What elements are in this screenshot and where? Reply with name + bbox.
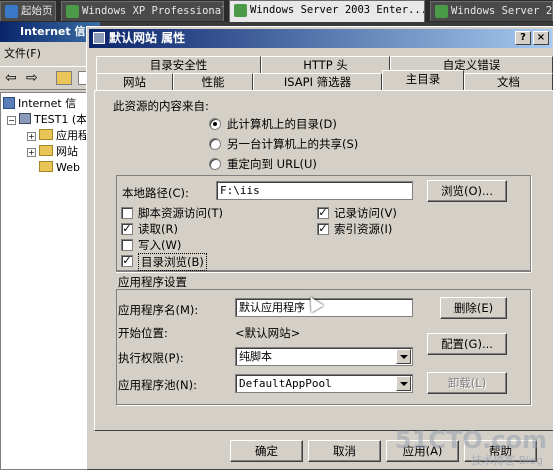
watermark-sub: 技术博客 Blog <box>471 454 543 467</box>
radio-network-share-label[interactable]: 另一台计算机上的共享(S) <box>227 136 358 152</box>
vm-tab-xp[interactable]: Windows XP Professional <box>61 1 224 21</box>
checkbox-directory-browsing-label[interactable]: 目录浏览(B) <box>138 253 207 271</box>
radio-local-directory[interactable] <box>209 118 221 130</box>
vm-tab-server2003-2[interactable]: Windows Server 20 <box>430 1 553 21</box>
computer-icon <box>3 97 15 109</box>
app-name-label: 应用程序名(M): <box>118 303 199 317</box>
tab-directory-security[interactable]: 目录安全性 <box>96 56 261 73</box>
back-arrow-icon[interactable]: ⇦ <box>5 70 17 86</box>
chevron-down-icon[interactable] <box>396 376 411 391</box>
checkbox-write-label[interactable]: 写入(W) <box>138 237 181 253</box>
app-pool-select[interactable]: DefaultAppPool <box>235 374 413 393</box>
toolbar: ⇦ ⇨ <box>0 66 100 90</box>
vm-tab-strip: 起始页 Windows XP Professional Windows Serv… <box>0 0 553 22</box>
folder-icon <box>39 129 53 140</box>
collapse-icon[interactable]: − <box>7 116 16 125</box>
remove-button[interactable]: 删除(E) <box>440 297 507 319</box>
tree-view: Internet 信 − TEST1 (本 + 应用程 + 网站 Web <box>0 92 100 470</box>
radio-local-directory-label[interactable]: 此计算机上的目录(D) <box>227 116 337 132</box>
vm-tab-start[interactable]: 起始页 <box>0 1 56 21</box>
checkbox-read[interactable]: ✓ <box>121 223 133 235</box>
up-folder-icon[interactable] <box>56 71 72 85</box>
unload-button[interactable]: 卸载(L) <box>427 372 507 394</box>
forward-arrow-icon[interactable]: ⇨ <box>26 70 38 86</box>
tab-performance[interactable]: 性能 <box>173 73 253 90</box>
tree-item-apppools[interactable]: + 应用程 <box>27 128 89 144</box>
configure-button[interactable]: 配置(G)... <box>427 333 507 355</box>
home-directory-panel: 此资源的内容来自: 此计算机上的目录(D) 另一台计算机上的共享(S) 重定向到… <box>94 90 553 431</box>
tab-isapi-filters[interactable]: ISAPI 筛选器 <box>253 73 382 90</box>
checkbox-log-visits-label[interactable]: 记录访问(V) <box>334 205 397 221</box>
local-path-label: 本地路径(C): <box>122 186 189 200</box>
checkbox-read-label[interactable]: 读取(R) <box>138 221 178 237</box>
iis-window-title: Internet 信 <box>0 22 100 42</box>
radio-redirect-url[interactable] <box>209 158 221 170</box>
start-point-label: 开始位置: <box>118 326 168 340</box>
menu-file[interactable]: 文件(F) <box>0 44 100 64</box>
checkbox-write[interactable] <box>121 239 133 251</box>
divider <box>116 271 531 273</box>
close-button[interactable]: × <box>533 31 549 45</box>
vm-icon <box>234 4 247 17</box>
app-pool-label: 应用程序池(N): <box>118 378 197 392</box>
watermark: 51CTO.com <box>394 426 547 454</box>
browse-button[interactable]: 浏览(O)... <box>427 180 507 202</box>
ok-button[interactable]: 确定 <box>230 440 303 462</box>
expand-icon[interactable]: + <box>27 132 36 141</box>
tree-item-server[interactable]: − TEST1 (本 <box>7 112 87 128</box>
vm-tab-label: Windows Server 20 <box>451 5 553 17</box>
website-icon <box>93 32 105 44</box>
iis-manager-window: Internet 信 文件(F) ⇦ ⇨ Internet 信 − TEST1 (… <box>0 22 100 470</box>
execute-permissions-label: 执行权限(P): <box>118 351 184 365</box>
folder-icon <box>39 145 53 156</box>
vm-tab-label: 起始页 <box>21 5 53 17</box>
tree-item-websites[interactable]: + 网站 <box>27 144 78 160</box>
checkbox-log-visits[interactable]: ✓ <box>317 207 329 219</box>
cancel-button[interactable]: 取消 <box>308 440 381 462</box>
content-source-label: 此资源的内容来自: <box>113 99 209 113</box>
tab-website[interactable]: 网站 <box>96 73 173 90</box>
server-icon <box>19 113 31 124</box>
execute-permissions-select[interactable]: 纯脚本 <box>235 347 413 366</box>
execute-permissions-value: 纯脚本 <box>239 350 272 363</box>
local-path-input[interactable]: F:\iis <box>216 181 413 200</box>
folder-icon <box>39 161 53 172</box>
vm-tab-label: Windows XP Professional <box>82 5 224 17</box>
tree-item-web-ext[interactable]: Web <box>39 160 80 176</box>
tree-item-root[interactable]: Internet 信 <box>3 96 76 112</box>
vm-tab-server2003-active[interactable]: Windows Server 2003 Enter... <box>229 0 425 22</box>
checkbox-directory-browsing[interactable]: ✓ <box>121 255 133 267</box>
checkbox-script-source-access[interactable] <box>121 207 133 219</box>
checkbox-script-source-access-label[interactable]: 脚本资源访问(T) <box>138 205 223 221</box>
checkbox-index-resource-label[interactable]: 索引资源(I) <box>334 221 392 237</box>
tab-home-directory[interactable]: 主目录 <box>382 70 464 90</box>
app-pool-value: DefaultAppPool <box>239 377 332 390</box>
checkbox-index-resource[interactable]: ✓ <box>317 223 329 235</box>
start-point-value: <默认网站> <box>235 326 301 340</box>
vm-icon <box>435 5 448 18</box>
tab-http-headers[interactable]: HTTP 头 <box>261 56 390 73</box>
vm-icon <box>66 5 79 18</box>
dialog-title: 默认网站 属性 <box>89 29 552 48</box>
chevron-down-icon[interactable] <box>396 349 411 364</box>
app-name-input[interactable]: 默认应用程序 <box>235 298 413 317</box>
vm-tab-label: Windows Server 2003 Enter... <box>250 4 425 16</box>
help-title-button[interactable]: ? <box>515 31 531 45</box>
app-settings-label: 应用程序设置 <box>118 275 187 289</box>
radio-redirect-url-label[interactable]: 重定向到 URL(U) <box>227 156 317 172</box>
expand-icon[interactable]: + <box>27 148 36 157</box>
home-icon <box>5 5 18 18</box>
properties-dialog: 默认网站 属性 ? × 目录安全性 HTTP 头 自定义错误 网站 性能 ISA… <box>86 26 553 470</box>
radio-network-share[interactable] <box>209 138 221 150</box>
tab-documents[interactable]: 文档 <box>464 73 553 90</box>
